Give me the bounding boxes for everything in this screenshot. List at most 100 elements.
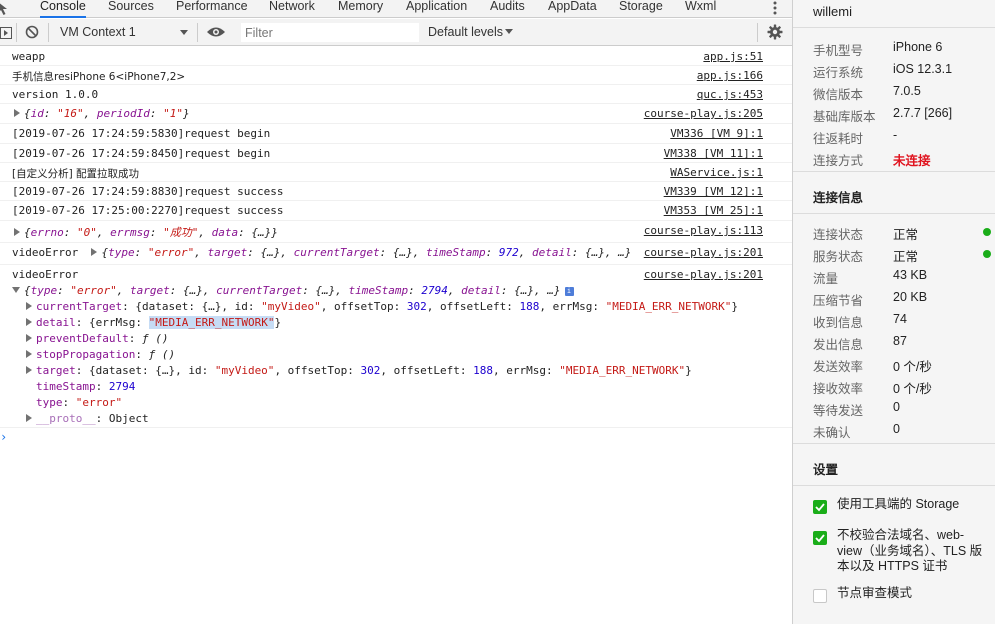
- tab-sources[interactable]: Sources: [108, 0, 154, 18]
- gear-icon[interactable]: [767, 24, 783, 40]
- console-row: version 1.0.0 quc.js:453: [0, 85, 793, 104]
- receive-rate-value: 0 个/秒: [893, 382, 932, 396]
- traffic-value: 43 KB: [893, 268, 928, 282]
- sent-label: 发出信息: [813, 338, 864, 352]
- expand-triangle-icon[interactable]: [26, 334, 32, 342]
- wechat-version-label: 微信版本: [813, 88, 864, 102]
- source-link[interactable]: course-play.js:201: [641, 246, 763, 259]
- console-row: 手机信息resiPhone 6<iPhone7,2> app.js:166: [0, 66, 793, 85]
- tab-performance[interactable]: Performance: [176, 0, 248, 18]
- log-text: 手机信息resiPhone 6<iPhone7,2>: [12, 71, 186, 83]
- source-link[interactable]: course-play.js:201: [644, 268, 763, 281]
- prop-current-target[interactable]: currentTarget: {dataset: {…}, id: "myVid…: [26, 300, 738, 313]
- status-dot-icon: [983, 250, 991, 258]
- tab-network[interactable]: Network: [269, 0, 315, 18]
- tab-application[interactable]: Application: [406, 0, 467, 18]
- log-object[interactable]: {errno: "0", errmsg: "成功", data: {…}}: [14, 224, 278, 240]
- collapse-triangle-icon[interactable]: [12, 287, 20, 293]
- device-model-value: iPhone 6: [893, 40, 943, 54]
- connection-info-title: 连接信息: [813, 191, 864, 205]
- filter-input[interactable]: [241, 23, 419, 42]
- console-messages: weapp app.js:51 手机信息resiPhone 6<iPhone7,…: [0, 47, 793, 624]
- console-row-expanded: videoError course-play.js:201 {type: "er…: [0, 265, 793, 428]
- expand-triangle-icon[interactable]: [26, 302, 32, 310]
- prop-detail[interactable]: detail: {errMsg: "MEDIA_ERR_NETWORK"}: [26, 316, 281, 329]
- source-link[interactable]: app.js:51: [703, 50, 763, 63]
- prop-target[interactable]: target: {dataset: {…}, id: "myVideo", of…: [26, 364, 692, 377]
- skip-domain-check-label[interactable]: 不校验合法域名、web-view（业务域名）、TLS 版本以及 HTTPS 证书: [837, 528, 987, 575]
- prop-prevent-default[interactable]: preventDefault: ƒ (): [26, 332, 168, 345]
- toolbar-divider: [757, 23, 758, 42]
- use-storage-checkbox[interactable]: [813, 500, 827, 514]
- expand-triangle-icon[interactable]: [26, 366, 32, 374]
- tab-storage[interactable]: Storage: [619, 0, 663, 18]
- console-prompt-icon[interactable]: ›: [0, 430, 7, 444]
- expand-triangle-icon[interactable]: [26, 318, 32, 326]
- log-text: [2019-07-26 17:24:59:5830]request begin: [12, 127, 271, 140]
- log-object[interactable]: {id: "16", periodId: "1"}: [14, 107, 190, 120]
- node-inspect-label[interactable]: 节点审查模式: [837, 586, 987, 602]
- console-row: {id: "16", periodId: "1"} course-play.js…: [0, 104, 793, 124]
- service-status-value: 正常: [893, 250, 919, 264]
- log-text: videoError {type: "error", target: {…}, …: [12, 246, 632, 259]
- prop-proto[interactable]: __proto__: Object: [26, 412, 149, 425]
- source-link[interactable]: course-play.js:113: [644, 224, 763, 237]
- wechat-version-value: 7.0.5: [893, 84, 921, 98]
- toolbar-divider: [48, 23, 49, 42]
- log-text: [2019-07-26 17:25:00:2270]request succes…: [12, 204, 284, 217]
- section-divider: [793, 213, 995, 214]
- lib-version-value: 2.7.7 [266]: [893, 106, 953, 120]
- send-rate-value: 0 个/秒: [893, 360, 932, 374]
- log-levels-select[interactable]: Default levels: [428, 25, 503, 39]
- skip-domain-check-checkbox[interactable]: [813, 531, 827, 545]
- expand-triangle-icon[interactable]: [26, 350, 32, 358]
- source-link[interactable]: VM339 [VM 12]:1: [664, 185, 763, 198]
- settings-title: 设置: [813, 463, 839, 477]
- source-link[interactable]: VM353 [VM 25]:1: [664, 204, 763, 217]
- prop-stop-propagation[interactable]: stopPropagation: ƒ (): [26, 348, 175, 361]
- eye-icon[interactable]: [206, 25, 226, 39]
- source-link[interactable]: course-play.js:205: [644, 107, 763, 120]
- pending-send-value: 0: [893, 400, 900, 414]
- check-icon: [815, 503, 825, 512]
- log-text: weapp: [12, 50, 46, 63]
- check-icon: [815, 534, 825, 543]
- console-row: [2019-07-26 17:25:00:2270]request succes…: [0, 201, 793, 221]
- compression-saved-value: 20 KB: [893, 290, 928, 304]
- tab-appdata[interactable]: AppData: [548, 0, 597, 18]
- chevron-down-icon: [505, 29, 513, 34]
- execution-context-select[interactable]: VM Context 1: [60, 25, 136, 39]
- unacked-label: 未确认: [813, 426, 851, 440]
- sidebar-toggle-icon[interactable]: [0, 27, 12, 39]
- node-inspect-checkbox[interactable]: [813, 589, 827, 603]
- tab-audits[interactable]: Audits: [490, 0, 525, 18]
- tab-memory[interactable]: Memory: [338, 0, 383, 18]
- console-row: videoError {type: "error", target: {…}, …: [0, 243, 793, 265]
- expand-triangle-icon[interactable]: [26, 414, 32, 422]
- tab-wxml[interactable]: Wxml: [685, 0, 716, 18]
- use-storage-label[interactable]: 使用工具端的 Storage: [837, 497, 987, 513]
- console-row: {errno: "0", errmsg: "成功", data: {…}} co…: [0, 221, 793, 243]
- pending-send-label: 等待发送: [813, 404, 864, 418]
- console-row: [2019-07-26 17:24:59:5830]request begin …: [0, 124, 793, 144]
- expand-triangle-icon[interactable]: [14, 228, 20, 236]
- more-vertical-icon[interactable]: [770, 0, 780, 17]
- section-divider: [793, 27, 995, 28]
- debug-info-panel: willemi 手机型号 iPhone 6 运行系统 iOS 12.3.1 微信…: [793, 0, 995, 624]
- source-link[interactable]: WAService.js:1: [670, 166, 763, 179]
- source-link[interactable]: VM338 [VM 11]:1: [664, 147, 763, 160]
- source-link[interactable]: app.js:166: [697, 69, 763, 82]
- console-toolbar: VM Context 1 Default levels: [0, 19, 793, 46]
- inspect-element-icon[interactable]: [0, 0, 12, 16]
- log-text: [自定义分析] 配置拉取成功: [12, 168, 140, 180]
- received-label: 收到信息: [813, 316, 864, 330]
- clear-console-icon[interactable]: [25, 25, 39, 39]
- log-object[interactable]: {type: "error", target: {…}, currentTarg…: [91, 246, 631, 259]
- expand-triangle-icon[interactable]: [91, 248, 98, 256]
- log-object-header[interactable]: {type: "error", target: {…}, currentTarg…: [12, 284, 574, 297]
- expand-triangle-icon[interactable]: [14, 109, 20, 117]
- tab-console[interactable]: Console: [40, 0, 86, 18]
- source-link[interactable]: VM336 [VM 9]:1: [670, 127, 763, 140]
- info-icon[interactable]: i: [564, 287, 574, 296]
- source-link[interactable]: quc.js:453: [697, 88, 763, 101]
